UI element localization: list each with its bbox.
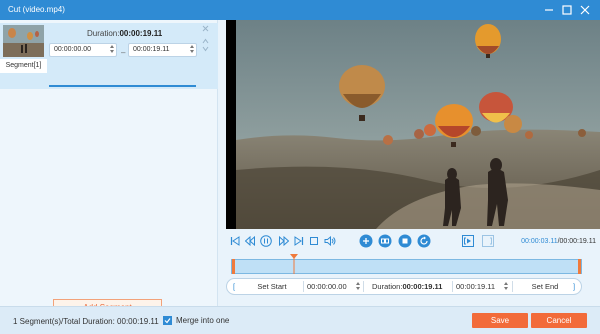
divider	[363, 281, 364, 292]
cancel-button[interactable]: Cancel	[531, 313, 587, 328]
save-button[interactable]: Save	[472, 313, 528, 328]
player-controls: 00:00:03.11/00:00:19.11	[226, 232, 600, 252]
duration-label: Duration:	[87, 29, 120, 38]
divider	[303, 281, 304, 292]
segment-summary: 1 Segment(s)/Total Duration: 00:00:19.11	[13, 317, 159, 326]
segment-thumbnail	[3, 25, 44, 57]
set-start-button[interactable]: Set Start	[241, 279, 303, 294]
end-stepper-icon[interactable]	[189, 45, 194, 55]
segment-range-bar	[49, 85, 196, 87]
timeline-end-handle[interactable]	[578, 259, 581, 274]
rewind-icon[interactable]	[244, 235, 256, 247]
segment-panel: Segment[1] Duration:00:00:19.11 00:00:00…	[0, 20, 218, 317]
stop-icon[interactable]	[308, 235, 320, 247]
skip-end-icon[interactable]	[293, 235, 305, 247]
edit-duration-label: Duration:	[372, 282, 403, 291]
close-icon[interactable]	[578, 3, 592, 17]
pause-icon[interactable]	[260, 235, 272, 247]
left-bracket-icon: [	[233, 282, 236, 291]
video-preview	[226, 20, 600, 229]
end-time-stepper-icon[interactable]	[503, 282, 508, 292]
fast-forward-icon[interactable]	[278, 235, 290, 247]
range-separator: –	[121, 48, 126, 57]
merge-checkbox[interactable]	[163, 316, 172, 325]
reset-icon[interactable]	[417, 234, 431, 248]
edit-duration-value: 00:00:19.11	[402, 282, 443, 291]
delete-segment-icon[interactable]	[202, 25, 209, 34]
window-title: Cut (video.mp4)	[8, 5, 65, 14]
minimize-icon[interactable]	[542, 3, 556, 17]
segment-tab[interactable]: Segment[1]	[0, 59, 47, 73]
segment-duration: Duration:00:00:19.11	[87, 29, 162, 38]
start-stepper-icon[interactable]	[109, 45, 114, 55]
set-start-bracket-icon[interactable]	[462, 235, 474, 247]
start-time-stepper-icon[interactable]	[355, 282, 360, 292]
edit-duration: Duration:00:00:19.11	[372, 279, 442, 294]
start-time-value: 00:00:00.00	[307, 282, 347, 291]
duration-value: 00:00:19.11	[119, 29, 163, 38]
title-bar: Cut (video.mp4)	[0, 0, 600, 20]
copy-segment-icon[interactable]	[378, 234, 392, 248]
segment-start-value: 00:00:00.00	[54, 46, 91, 53]
split-icon[interactable]	[398, 234, 412, 248]
divider	[452, 281, 453, 292]
current-time: 00:00:03.11	[521, 238, 558, 245]
playback-time: 00:00:03.11/00:00:19.11	[521, 238, 596, 245]
timeline-start-handle[interactable]	[232, 259, 235, 274]
add-segment-icon[interactable]	[359, 234, 373, 248]
end-time-value: 00:00:19.11	[456, 282, 496, 291]
volume-icon[interactable]	[324, 235, 336, 247]
skip-start-icon[interactable]	[229, 235, 241, 247]
segment-card[interactable]: Segment[1] Duration:00:00:19.11 00:00:00…	[0, 23, 218, 89]
right-bracket-icon: ]	[573, 282, 576, 291]
maximize-icon[interactable]	[560, 3, 574, 17]
divider	[512, 281, 513, 292]
move-down-icon[interactable]	[202, 45, 209, 54]
set-end-bracket-icon[interactable]	[482, 235, 494, 247]
footer-bar: 1 Segment(s)/Total Duration: 00:00:19.11…	[0, 306, 600, 334]
total-time: /00:00:19.11	[557, 238, 596, 245]
segment-start-field[interactable]: 00:00:00.00	[49, 43, 117, 57]
merge-into-one-option[interactable]: Merge into one	[163, 316, 229, 325]
segment-end-field[interactable]: 00:00:19.11	[128, 43, 197, 57]
set-end-button[interactable]: Set End	[517, 279, 573, 294]
segment-edit-row: [ Set Start 00:00:00.00 Duration:00:00:1…	[226, 278, 582, 295]
merge-label: Merge into one	[176, 316, 230, 325]
segment-end-value: 00:00:19.11	[133, 46, 170, 53]
playhead[interactable]	[290, 254, 299, 276]
timeline-track[interactable]	[231, 259, 582, 274]
